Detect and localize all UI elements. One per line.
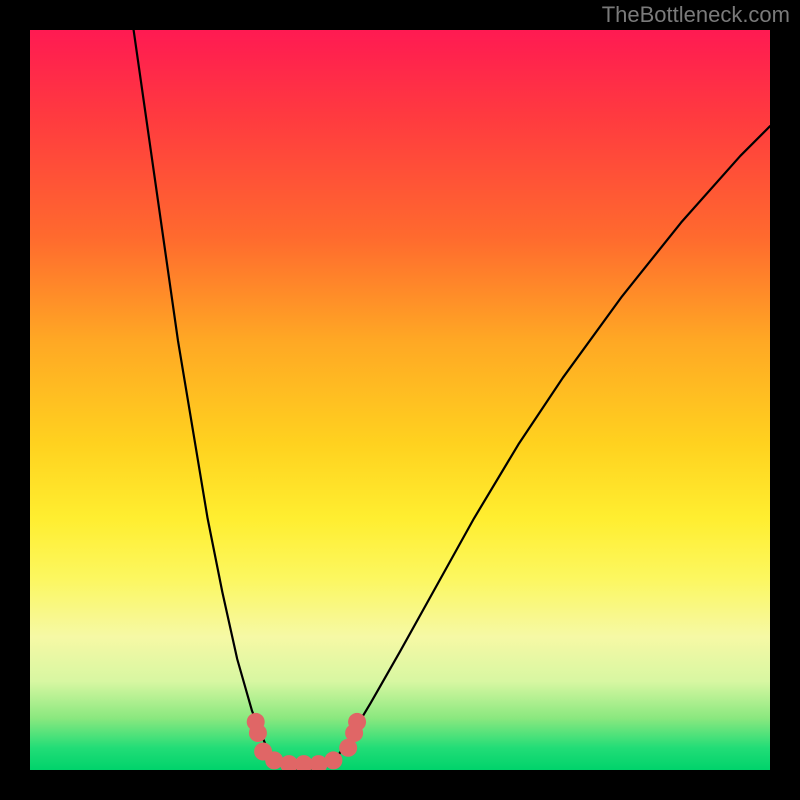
line-layer xyxy=(134,30,770,769)
chart-outer: TheBottleneck.com xyxy=(0,0,800,800)
series-curve-right xyxy=(333,126,770,762)
series-curve-left xyxy=(134,30,275,763)
plot-area xyxy=(30,30,770,770)
marker-dot xyxy=(348,713,366,731)
watermark-text: TheBottleneck.com xyxy=(602,2,790,28)
marker-dot xyxy=(249,724,267,742)
chart-svg xyxy=(30,30,770,770)
marker-dot xyxy=(324,751,342,769)
